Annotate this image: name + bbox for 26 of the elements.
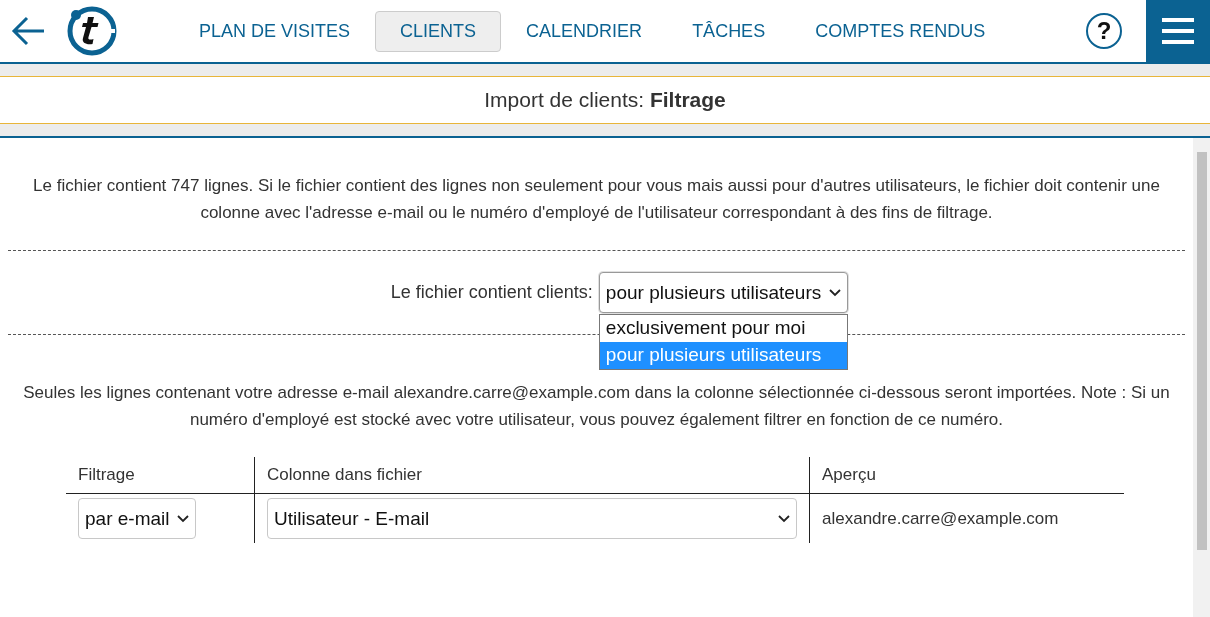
help-button[interactable]: ? xyxy=(1086,13,1122,49)
column-header: Filtrage xyxy=(66,457,254,494)
scope-select[interactable]: pour plusieurs utilisateurs xyxy=(598,272,849,313)
scope-label: Le fichier contient clients: xyxy=(390,282,593,303)
chevron-down-icon xyxy=(177,514,190,523)
menu-button[interactable] xyxy=(1146,0,1210,62)
note-text: Seules les lignes contenant votre adresse e-mail alexandre.carre@example.com dans la colonne sélectionnée ci-dessous seront importées. Note : Si un numéro d'employé est stocké avec votre utilisateur, vous pouvez également filtrer en fonction de ce numéro. xyxy=(22,382,1171,431)
column-header: Aperçu xyxy=(809,457,1124,494)
intro-text: Le fichier contient 747 lignes. Si le fichier contient des lignes non seulement pour vous mais aussi pour d'autres utilisateurs, le fichier doit contenir une colonne avec l'adresse e-mail ou le numéro d'employé de l'utilisateur correspondant à des fins de filtrage. xyxy=(32,175,1161,224)
nav-tab[interactable]: PLAN DE VISITES xyxy=(174,10,376,52)
preview-text: alexandre.carre@example.com xyxy=(822,508,1059,529)
logo-icon xyxy=(66,5,118,57)
nav-tab[interactable]: TÂCHES xyxy=(667,10,791,52)
nav-tab[interactable]: CALENDRIER xyxy=(501,10,668,52)
scrollbar-thumb[interactable] xyxy=(1196,152,1207,550)
chevron-down-icon xyxy=(829,288,842,297)
page-title: Import de clients: Filtrage xyxy=(484,88,726,112)
back-button[interactable] xyxy=(10,15,46,47)
column-header: Colonne dans fichier xyxy=(254,457,809,494)
arrow-left-icon xyxy=(10,15,46,47)
nav-tab[interactable]: COMPTES RENDUS xyxy=(790,10,1011,52)
chevron-down-icon xyxy=(778,514,790,523)
filter-select[interactable]: par e-mail xyxy=(78,498,197,539)
column-select[interactable]: Utilisateur - E-mail xyxy=(267,498,797,539)
menu-icon xyxy=(1162,17,1194,45)
nav-tab[interactable]: CLIENTS xyxy=(375,10,502,52)
